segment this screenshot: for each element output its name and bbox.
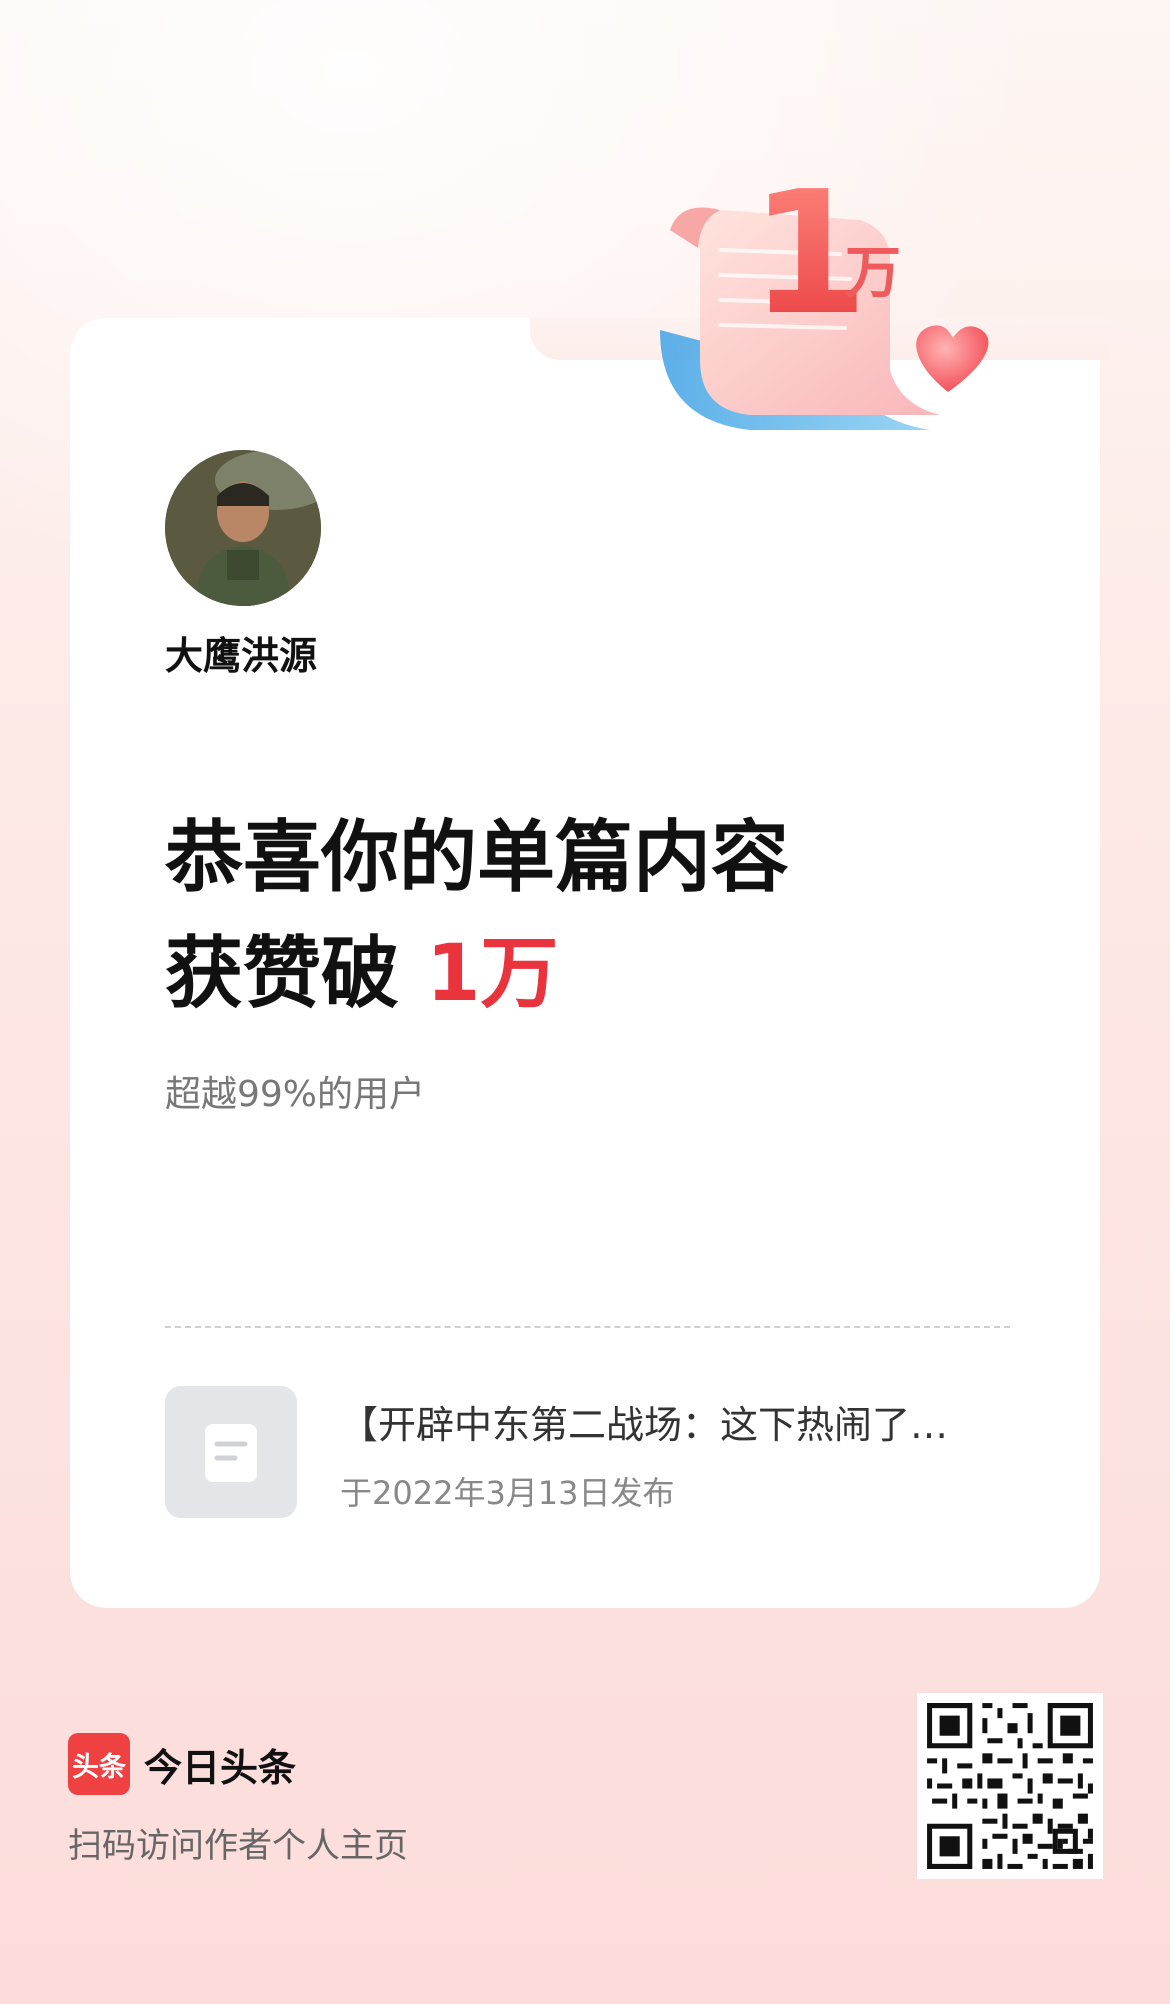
toutiao-logo-icon: 头条 xyxy=(68,1733,130,1795)
article-thumbnail[interactable] xyxy=(165,1386,297,1518)
ranking-subline: 超越99%的用户 xyxy=(165,1074,426,1115)
article-publish-date: 于2022年3月13日发布 xyxy=(340,1474,675,1512)
qr-code[interactable] xyxy=(917,1693,1103,1879)
milestone-badge-illustration: 1 万 xyxy=(660,155,989,430)
author-name[interactable]: 大鹰洪源 xyxy=(165,625,317,680)
headline: 恭喜你的单篇内容 获赞破 1万 xyxy=(165,800,789,1032)
headline-line2-prefix: 获赞破 xyxy=(165,929,427,1019)
headline-like-count: 1万 xyxy=(426,929,559,1019)
avatar-photo xyxy=(165,450,321,606)
headline-line1: 恭喜你的单篇内容 xyxy=(165,813,790,903)
scan-caption: 扫码访问作者个人主页 xyxy=(68,1826,408,1866)
brand-name: 今日头条 xyxy=(144,1746,297,1790)
headline-line2: 获赞破 1万 xyxy=(165,916,789,1032)
dashed-divider xyxy=(165,1326,1010,1328)
article-title[interactable]: 【开辟中东第二战场：这下热闹了… xyxy=(340,1394,1010,1449)
badge-unit: 万 xyxy=(845,241,901,306)
author-avatar[interactable] xyxy=(165,450,321,606)
document-icon xyxy=(205,1424,257,1482)
